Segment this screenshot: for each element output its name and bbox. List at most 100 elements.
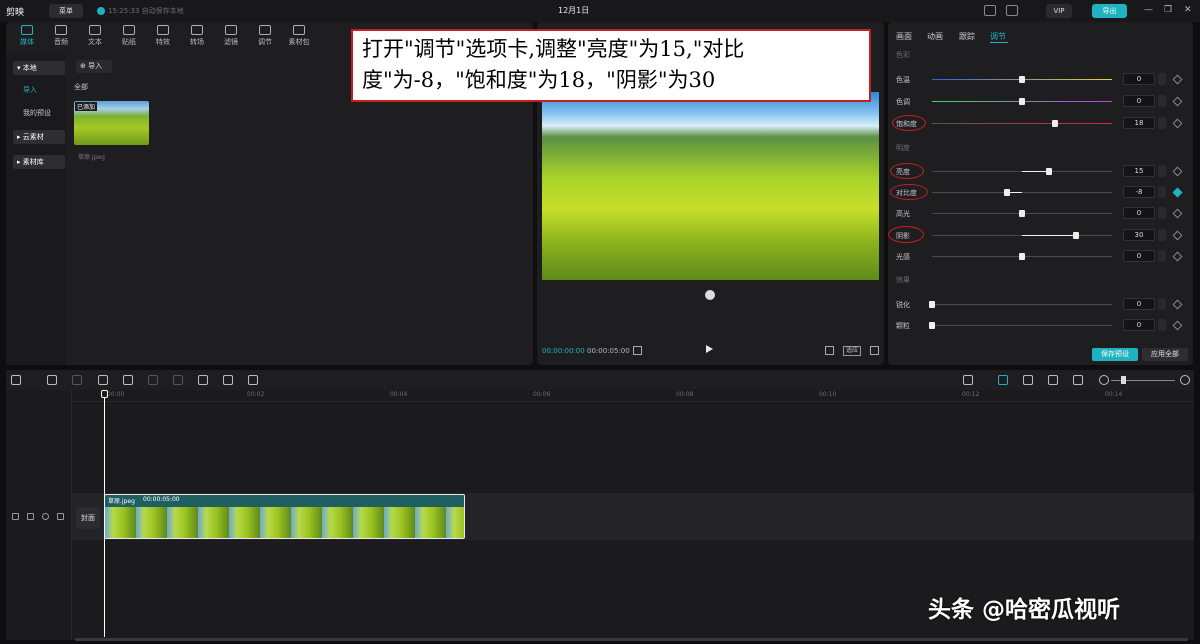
tool-transition[interactable]: 转场 bbox=[182, 25, 212, 47]
tab-picture[interactable]: 画面 bbox=[896, 31, 912, 42]
reverse-icon[interactable] bbox=[173, 375, 183, 385]
track-hide-icon[interactable] bbox=[12, 513, 19, 520]
cover-button[interactable]: 封面 bbox=[76, 507, 100, 529]
split-screen-icon[interactable] bbox=[1073, 375, 1083, 385]
slider-brightness-knob[interactable] bbox=[1046, 168, 1052, 175]
stepper-shadow[interactable] bbox=[1158, 229, 1166, 241]
restore-icon[interactable]: ❐ bbox=[1164, 5, 1172, 15]
fullscreen-icon[interactable] bbox=[870, 346, 879, 355]
stepper-brightness[interactable] bbox=[1158, 165, 1166, 177]
mute-icon[interactable] bbox=[57, 513, 64, 520]
redo-icon[interactable] bbox=[72, 375, 82, 385]
apply-all-button[interactable]: 应用全部 bbox=[1142, 348, 1188, 361]
snap-icon[interactable] bbox=[998, 375, 1008, 385]
menu-button[interactable]: 菜单 bbox=[49, 4, 83, 18]
select-tool-icon[interactable] bbox=[11, 375, 21, 385]
ratio-button[interactable]: 适应 bbox=[843, 346, 861, 356]
sidebar-item-cloud[interactable]: ▸ 云素材 bbox=[13, 130, 65, 144]
split-icon[interactable] bbox=[98, 375, 108, 385]
link-icon[interactable] bbox=[1023, 375, 1033, 385]
stepper-tint[interactable] bbox=[1158, 95, 1166, 107]
stepper-highlight[interactable] bbox=[1158, 207, 1166, 219]
slider-shadow-knob[interactable] bbox=[1073, 232, 1079, 239]
sidebar-item-local[interactable]: ▾ 本地 bbox=[13, 61, 65, 75]
crop-icon[interactable] bbox=[248, 375, 258, 385]
tool-audio[interactable]: 音频 bbox=[46, 25, 76, 47]
microphone-icon[interactable] bbox=[963, 375, 973, 385]
crop-view-icon[interactable] bbox=[825, 346, 834, 355]
slider-light-sense-knob[interactable] bbox=[1019, 253, 1025, 260]
input-saturation[interactable]: 18 bbox=[1123, 117, 1155, 129]
tool-package[interactable]: 素材包 bbox=[284, 25, 314, 47]
sidebar-item-presets[interactable]: 我的预设 bbox=[13, 106, 65, 120]
layout-icon[interactable] bbox=[1006, 5, 1018, 16]
highlight-circle bbox=[888, 226, 924, 243]
tool-filter[interactable]: 滤镜 bbox=[216, 25, 246, 47]
grid-icon[interactable] bbox=[633, 346, 642, 355]
slider-grain-knob[interactable] bbox=[929, 322, 935, 329]
lock-icon[interactable] bbox=[27, 513, 34, 520]
stepper-temperature[interactable] bbox=[1158, 73, 1166, 85]
import-button[interactable]: ⊕ 导入 bbox=[76, 60, 112, 73]
mirror-icon[interactable] bbox=[198, 375, 208, 385]
delete-icon[interactable] bbox=[123, 375, 133, 385]
keyboard-icon[interactable] bbox=[984, 5, 996, 16]
input-contrast[interactable]: -8 bbox=[1123, 186, 1155, 198]
freeze-icon[interactable] bbox=[148, 375, 158, 385]
slider-highlight-knob[interactable] bbox=[1019, 210, 1025, 217]
slider-contrast[interactable] bbox=[932, 192, 1112, 193]
preview-image[interactable] bbox=[542, 92, 879, 280]
timeline-scrollbar[interactable] bbox=[75, 638, 1188, 641]
input-highlight[interactable]: 0 bbox=[1123, 207, 1155, 219]
playhead-handle[interactable] bbox=[101, 390, 108, 398]
input-grain[interactable]: 0 bbox=[1123, 319, 1155, 331]
slider-grain[interactable] bbox=[932, 325, 1112, 326]
time-ruler[interactable] bbox=[72, 390, 1194, 402]
slider-saturation-knob[interactable] bbox=[1052, 120, 1058, 127]
slider-sharpen-knob[interactable] bbox=[929, 301, 935, 308]
tool-adjust[interactable]: 调节 bbox=[250, 25, 280, 47]
stepper-grain[interactable] bbox=[1158, 319, 1166, 331]
slider-sharpen[interactable] bbox=[932, 304, 1112, 305]
preview-axis-icon[interactable] bbox=[1048, 375, 1058, 385]
slider-tint-knob[interactable] bbox=[1019, 98, 1025, 105]
tab-animation[interactable]: 动画 bbox=[927, 31, 943, 42]
input-light-sense[interactable]: 0 bbox=[1123, 250, 1155, 262]
minimize-icon[interactable]: — bbox=[1144, 5, 1153, 15]
vip-button[interactable]: VIP bbox=[1046, 4, 1072, 18]
playhead[interactable] bbox=[104, 391, 105, 637]
tool-sticker[interactable]: 贴纸 bbox=[114, 25, 144, 47]
slider-temperature-knob[interactable] bbox=[1019, 76, 1025, 83]
export-button[interactable]: 导出 bbox=[1092, 4, 1127, 18]
stepper-light-sense[interactable] bbox=[1158, 250, 1166, 262]
input-shadow[interactable]: 30 bbox=[1123, 229, 1155, 241]
input-temperature[interactable]: 0 bbox=[1123, 73, 1155, 85]
zoom-out-icon[interactable] bbox=[1099, 375, 1109, 385]
stepper-sharpen[interactable] bbox=[1158, 298, 1166, 310]
zoom-slider-knob[interactable] bbox=[1121, 376, 1126, 384]
stepper-contrast[interactable] bbox=[1158, 186, 1166, 198]
eye-icon[interactable] bbox=[42, 513, 49, 520]
slider-contrast-knob[interactable] bbox=[1004, 189, 1010, 196]
input-sharpen[interactable]: 0 bbox=[1123, 298, 1155, 310]
input-brightness[interactable]: 15 bbox=[1123, 165, 1155, 177]
rotate-icon[interactable] bbox=[705, 290, 715, 300]
rotate-clip-icon[interactable] bbox=[223, 375, 233, 385]
tab-tracking[interactable]: 跟踪 bbox=[959, 31, 975, 42]
sidebar-item-library[interactable]: ▸ 素材库 bbox=[13, 155, 65, 169]
save-preset-button[interactable]: 保存预设 bbox=[1092, 348, 1138, 361]
section-light: 明度 bbox=[896, 144, 910, 152]
tool-text[interactable]: 文本 bbox=[80, 25, 110, 47]
input-tint[interactable]: 0 bbox=[1123, 95, 1155, 107]
play-icon[interactable] bbox=[706, 345, 713, 353]
zoom-in-icon[interactable] bbox=[1180, 375, 1190, 385]
tool-media[interactable]: 媒体 bbox=[12, 25, 42, 47]
sidebar-item-import[interactable]: 导入 bbox=[13, 83, 65, 97]
slider-saturation[interactable] bbox=[932, 123, 1112, 124]
close-icon[interactable]: ✕ bbox=[1184, 5, 1192, 15]
undo-icon[interactable] bbox=[47, 375, 57, 385]
tool-effects[interactable]: 特效 bbox=[148, 25, 178, 47]
tab-adjust[interactable]: 调节 bbox=[990, 31, 1006, 42]
stepper-saturation[interactable] bbox=[1158, 117, 1166, 129]
highlight-circle bbox=[890, 163, 924, 179]
